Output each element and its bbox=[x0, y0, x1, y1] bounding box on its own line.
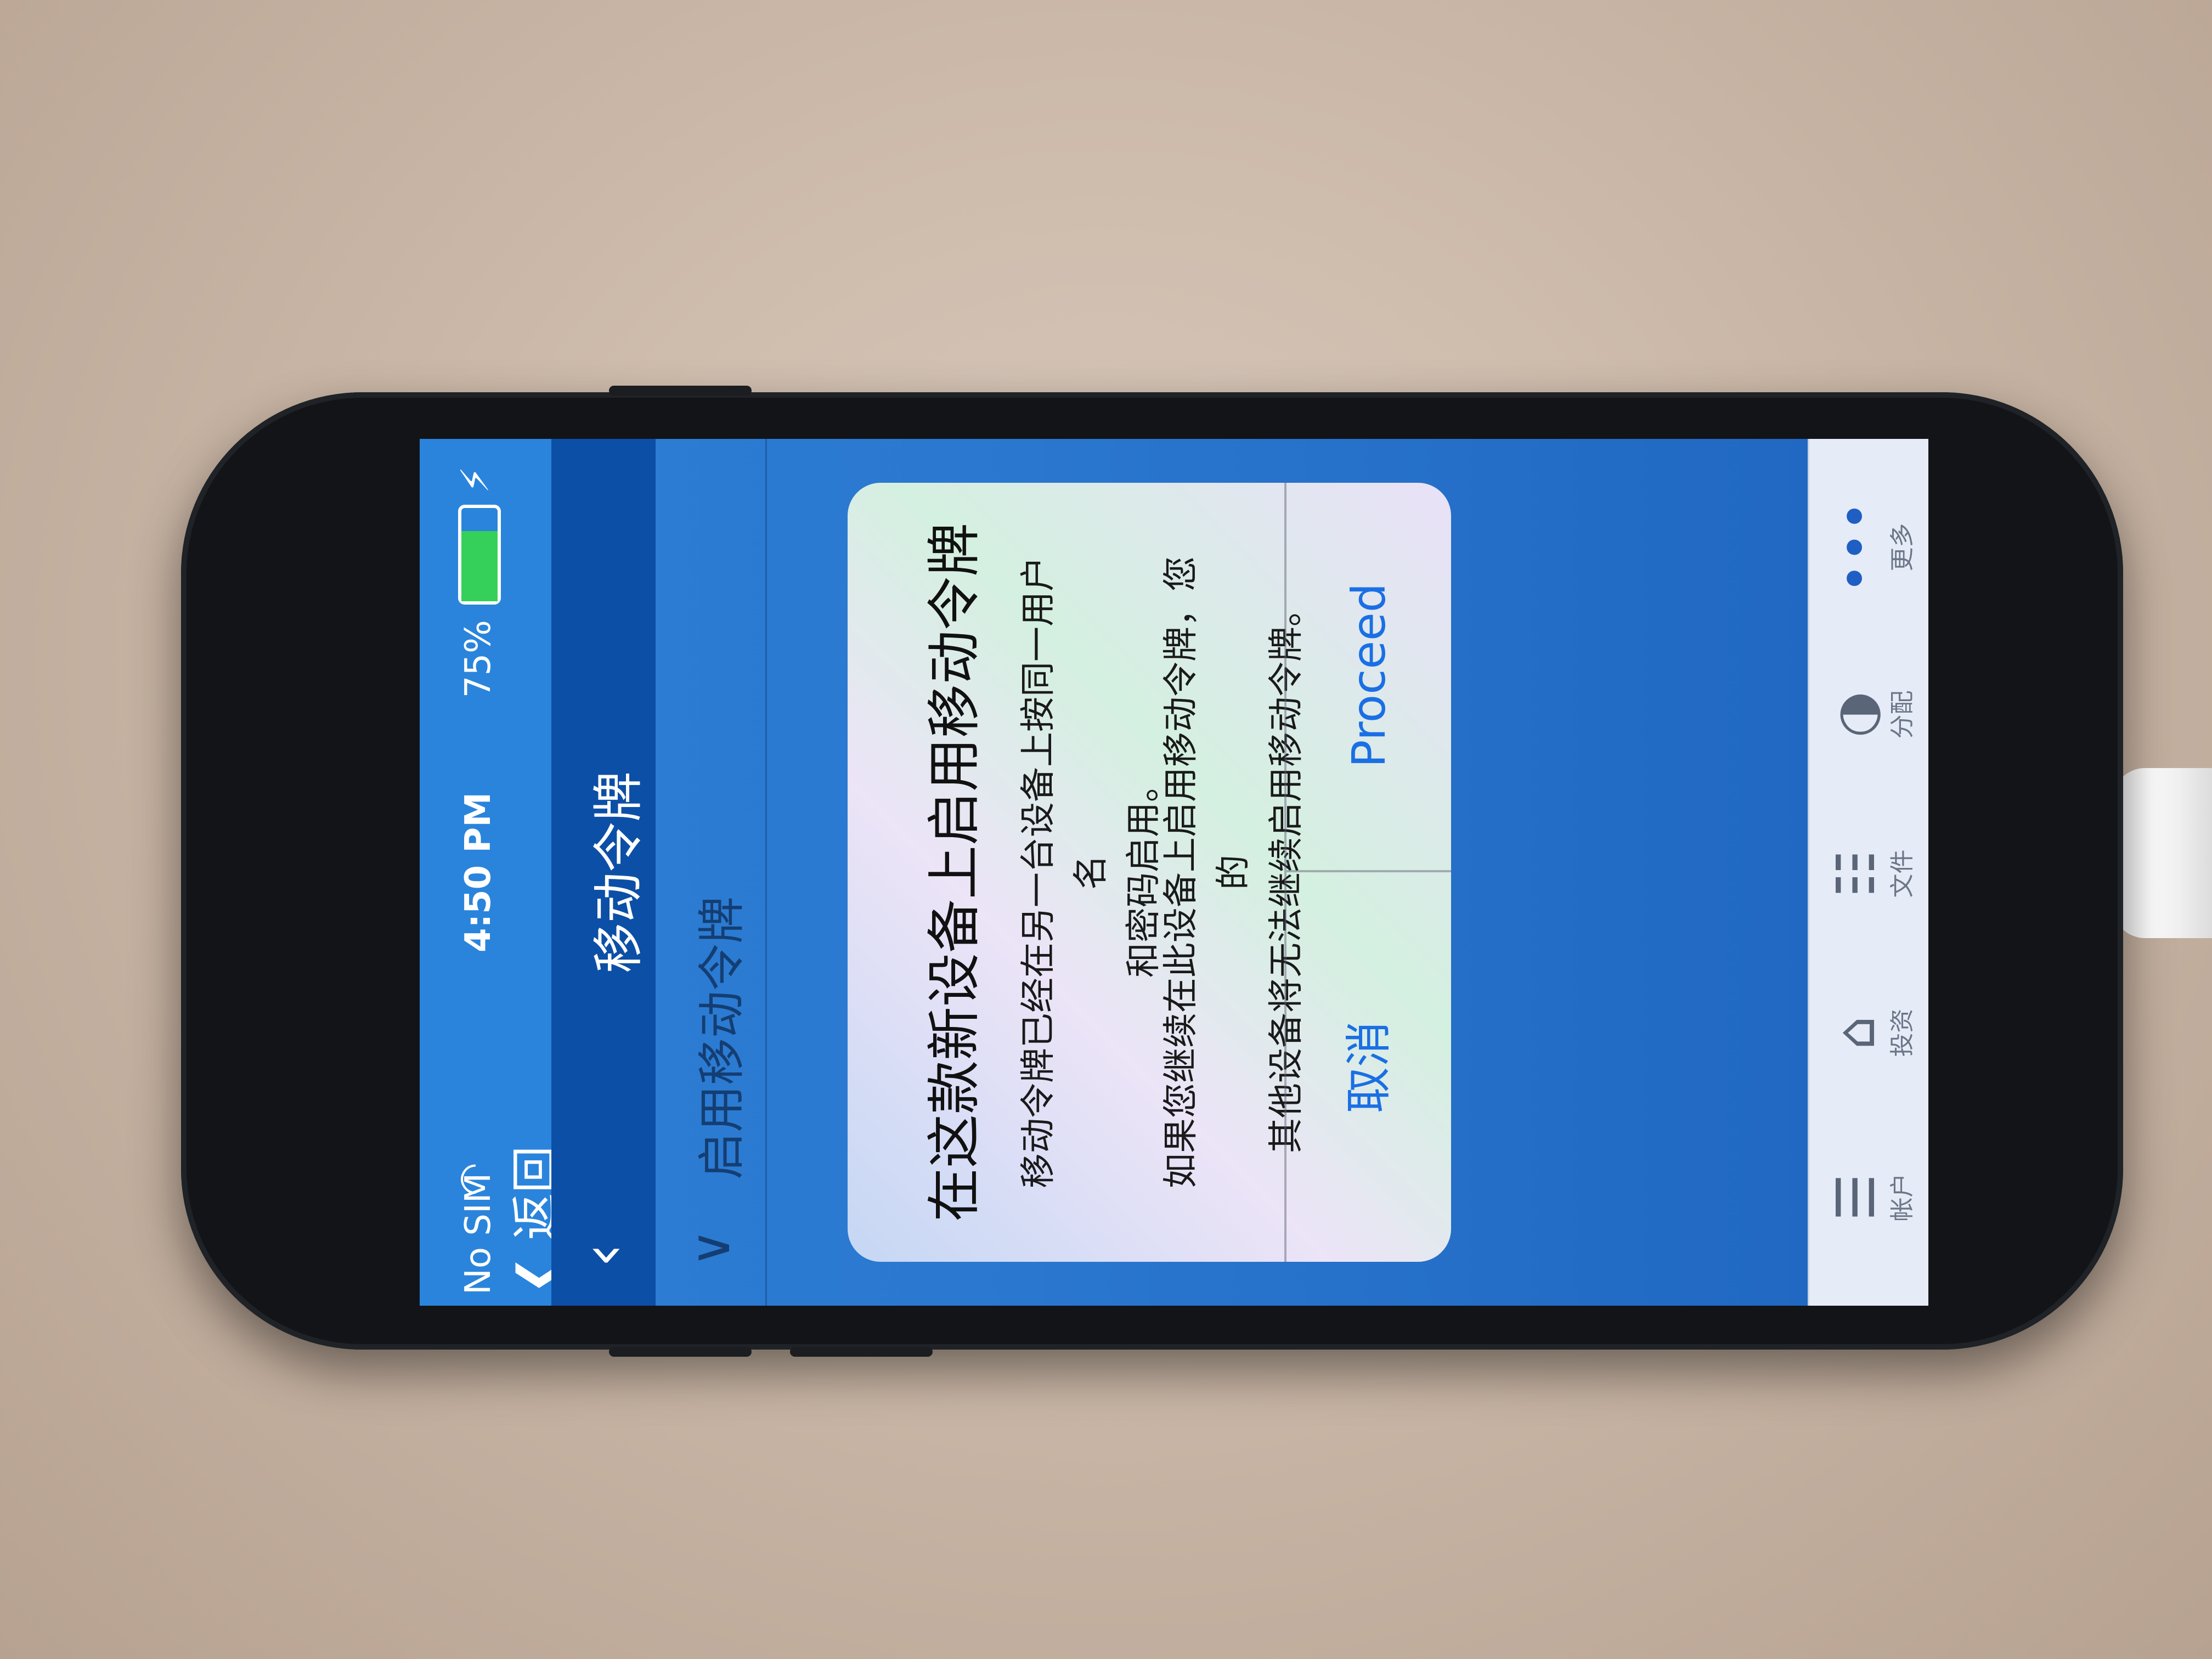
dialog-buttons: 取消 Proceed bbox=[1284, 483, 1451, 1262]
proceed-button[interactable]: Proceed bbox=[1286, 483, 1451, 872]
phone-screen: No SIM ◠ 4:50 PM 75% ⚡ ❮ 返回 ‹ 移动令牌 ∨ 启用移… bbox=[420, 439, 1928, 1306]
section-label: 启用移动令牌 bbox=[695, 896, 749, 1180]
side-button bbox=[790, 1347, 933, 1357]
status-bar: No SIM ◠ 4:50 PM 75% ⚡ ❮ 返回 bbox=[420, 439, 563, 1306]
more-dots-icon: ••• bbox=[1825, 500, 1887, 594]
section-row[interactable]: ∨ 启用移动令牌 bbox=[656, 439, 767, 1306]
battery-percent: 75% bbox=[458, 620, 499, 698]
app-ui: No SIM ◠ 4:50 PM 75% ⚡ ❮ 返回 ‹ 移动令牌 ∨ 启用移… bbox=[420, 439, 1928, 1306]
navigation-bar: ‹ 移动令牌 bbox=[551, 439, 656, 1306]
dialog-message-line: 移动令牌已经在另一台设备上按同一用户名 bbox=[1018, 556, 1111, 1188]
tab-bar: ☰ 帐户 ⌂ 投资 ☷ 文件 ◑ 分配 ••• 更多 bbox=[1808, 439, 1928, 1306]
collapse-chevron-icon[interactable]: ∨ bbox=[680, 1229, 742, 1267]
charging-bolt-icon: ⚡ bbox=[453, 466, 498, 494]
alert-dialog: 在这款新设备上启用移动令牌 移动令牌已经在另一台设备上按同一用户名 和密码启用。… bbox=[848, 483, 1451, 1262]
tab-more[interactable]: ••• 更多 bbox=[1809, 439, 1928, 656]
power-button bbox=[609, 1347, 752, 1357]
dialog-warning-line: 如果您继续在此设备上启用移动令牌，您的 bbox=[1161, 556, 1254, 1188]
dialog-title: 在这款新设备上启用移动令牌 bbox=[923, 523, 986, 1222]
dialog-message: 移动令牌已经在另一台设备上按同一用户名 和密码启用。 bbox=[1012, 554, 1170, 1190]
page-title: 移动令牌 bbox=[589, 771, 648, 974]
cancel-button[interactable]: 取消 bbox=[1286, 872, 1451, 1262]
battery-icon bbox=[458, 505, 501, 605]
charging-cable bbox=[2112, 768, 2212, 938]
tab-label: 更多 bbox=[1888, 523, 1916, 572]
volume-button bbox=[609, 386, 752, 396]
